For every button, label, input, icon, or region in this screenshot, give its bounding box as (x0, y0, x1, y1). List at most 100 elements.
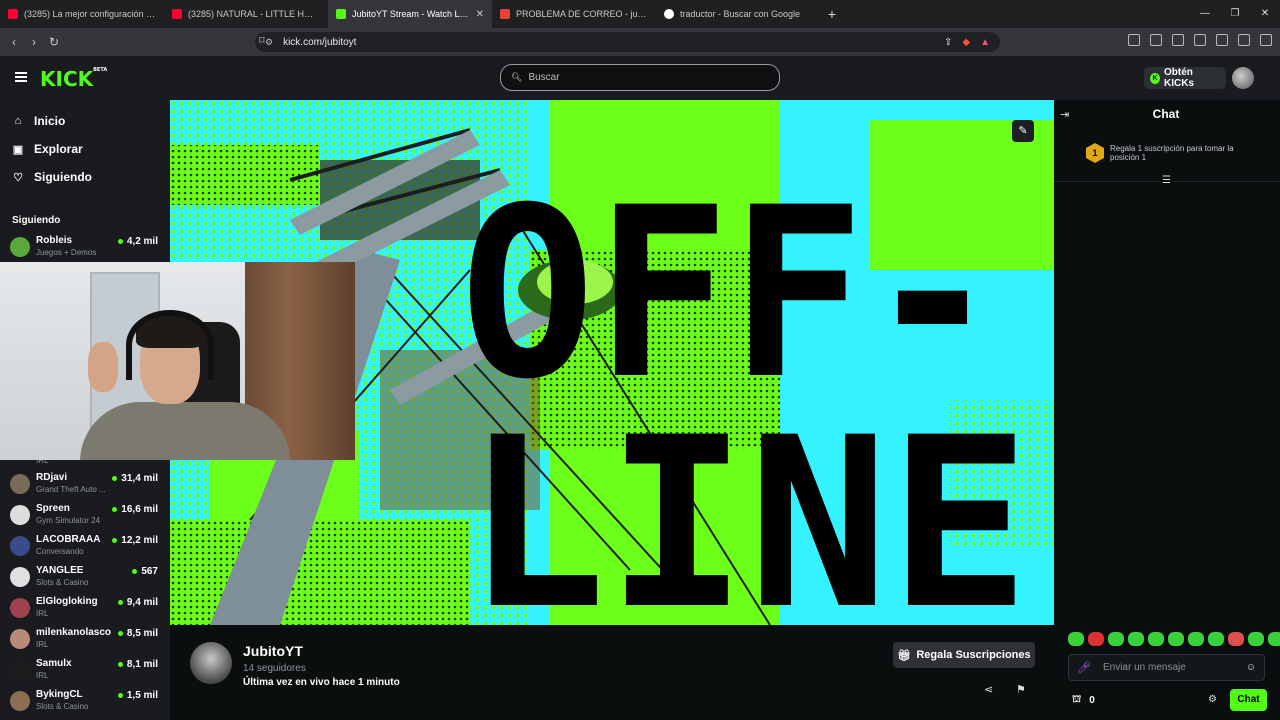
webcam-person-hand (88, 342, 118, 392)
followed-channel[interactable]: Robleis Juegos + Demos 4,2 mil (10, 233, 160, 261)
site-header: KICKBETA 🔍︎ Buscar K Obtén KICKs (0, 56, 1280, 100)
sidebar-item-inicio[interactable]: ⌂ Inicio (12, 114, 66, 128)
search-icon: 🔍︎ (511, 72, 523, 82)
emote-icon[interactable] (1148, 632, 1164, 646)
chat-settings-icon[interactable]: ⚙ (1208, 694, 1217, 705)
compass-icon: ▣ (12, 143, 24, 156)
new-tab-button[interactable]: + (820, 6, 844, 22)
emote-icon[interactable] (1188, 632, 1204, 646)
follower-count: 14 seguidores (243, 663, 306, 674)
moderator-icon[interactable]: ⚑ (1016, 683, 1026, 696)
webcam-person (80, 402, 290, 460)
emote-icon[interactable] (1088, 632, 1104, 646)
kick-logo[interactable]: KICKBETA (40, 67, 107, 91)
emote-icon[interactable] (1208, 632, 1224, 646)
ai-icon[interactable] (1216, 34, 1228, 46)
music-icon[interactable] (1150, 34, 1162, 46)
send-chat-button[interactable]: Chat (1230, 689, 1267, 711)
url-text[interactable]: kick.com/jubitoyt (283, 37, 356, 48)
channel-avatar[interactable] (190, 642, 232, 684)
sidebar-item-siguiendo[interactable]: ♡ Siguiendo (12, 170, 92, 184)
emote-icon[interactable] (1228, 632, 1244, 646)
followed-channel[interactable]: Samulx IRL 8,1 mil (10, 656, 160, 684)
sidebar-icon[interactable] (1172, 34, 1184, 46)
headset-icon (126, 310, 214, 380)
forward-icon[interactable]: › (24, 35, 44, 49)
site-info-icon[interactable]: ⚙ (265, 37, 273, 48)
browser-tab[interactable]: (3285) NATURAL - LITTLE HOMIE X H (164, 0, 328, 28)
gmail-favicon-icon (500, 9, 510, 19)
share-icon[interactable]: ⋖ (984, 683, 993, 696)
following-section-title: Siguiendo (12, 215, 61, 226)
channel-avatar (10, 567, 30, 587)
channel-avatar (10, 536, 30, 556)
close-window-icon[interactable]: ✕ (1250, 0, 1280, 28)
emote-icon[interactable] (1108, 632, 1124, 646)
emote-icon[interactable] (1248, 632, 1264, 646)
share-page-icon[interactable]: ⇪ (944, 37, 952, 48)
address-bar[interactable]: ⚙ kick.com/jubitoyt ⇪ ◆ ▲ (255, 32, 1000, 52)
close-tab-icon[interactable]: ✕ (476, 9, 484, 20)
hamburger-menu-icon[interactable] (15, 72, 27, 82)
browser-tab[interactable]: traductor - Buscar con Google (656, 0, 820, 28)
back-icon[interactable]: ‹ (4, 35, 24, 49)
chat-message-input[interactable]: 🎤︎ Enviar un mensaje ☺ (1068, 654, 1265, 681)
chat-title: Chat (1152, 107, 1180, 121)
channel-avatar (10, 505, 30, 525)
browser-tab[interactable]: (3285) La mejor configuración de OBS (0, 0, 164, 28)
home-icon: ⌂ (14, 115, 22, 127)
sidebar-item-explorar[interactable]: ▣ Explorar (12, 142, 83, 156)
user-avatar[interactable] (1232, 67, 1254, 89)
reload-icon[interactable]: ↻ (44, 35, 64, 49)
channel-avatar (10, 474, 30, 494)
followed-channel[interactable]: Spreen Gym Simulator 24 16,6 mil (10, 501, 160, 529)
channel-avatar (10, 691, 30, 711)
window-controls: — ❐ ✕ (1190, 0, 1280, 28)
emote-icon[interactable] (1128, 632, 1144, 646)
webcam-overlay (0, 262, 355, 460)
offline-text-bottom: LINE (465, 388, 1030, 625)
emote-icon[interactable] (1268, 632, 1280, 646)
menu-icon[interactable] (1260, 34, 1272, 46)
edit-banner-button[interactable]: ✎ (1012, 120, 1034, 142)
heart-icon: ♡ (13, 171, 23, 184)
collapse-chat-icon[interactable]: ⇥ (1060, 108, 1069, 121)
vpn-icon[interactable] (1238, 34, 1250, 46)
gift-subs-button[interactable]: 🎁︎ Regala Suscripciones (893, 642, 1035, 668)
browser-tab-active[interactable]: JubitoYT Stream - Watch Live on Kick✕ (328, 0, 492, 28)
get-kicks-button[interactable]: K Obtén KICKs (1144, 67, 1226, 89)
emoji-icon[interactable]: ☺ (1246, 662, 1256, 673)
bookmark-icon[interactable]: ⌑ (259, 34, 265, 47)
search-input[interactable]: 🔍︎ Buscar (500, 64, 780, 91)
followed-channel[interactable]: BykingCL Slots & Casino 1,5 mil (10, 687, 160, 715)
brave-shield-icon[interactable]: ◆ (962, 37, 970, 48)
minimize-icon[interactable]: — (1190, 0, 1220, 28)
channel-points[interactable]: ⛫ 0 (1072, 694, 1095, 707)
microphone-icon[interactable]: 🎤︎ (1077, 661, 1091, 674)
kick-favicon-icon (336, 9, 346, 19)
channel-avatar (10, 629, 30, 649)
points-icon: ⛫ (1072, 694, 1082, 705)
followed-channel[interactable]: YANGLEE Slots & Casino 567 (10, 563, 160, 591)
google-favicon-icon (664, 9, 674, 19)
emote-icon[interactable] (1168, 632, 1184, 646)
followed-channel[interactable]: milenkanolasco IRL 8,5 mil (10, 625, 160, 653)
followed-channel[interactable]: LACOBRAAA Conversando 12,2 mil (10, 532, 160, 560)
extension-icons (1128, 34, 1272, 46)
emote-icon[interactable] (1068, 632, 1084, 646)
extension-icon[interactable] (1128, 34, 1140, 46)
rewards-icon[interactable]: ▲ (980, 37, 990, 48)
youtube-favicon-icon (172, 9, 182, 19)
maximize-icon[interactable]: ❐ (1220, 0, 1250, 28)
channel-name[interactable]: JubitoYT (243, 643, 303, 659)
browser-tab[interactable]: PROBLEMA DE CORREO - jubitooru (492, 0, 656, 28)
pencil-icon: ✎ (1018, 125, 1028, 137)
expand-pinned-icon[interactable]: ☰ (1160, 175, 1173, 186)
channel-avatar (10, 660, 30, 680)
last-live-text: Última vez en vivo hace 1 minuto (243, 677, 400, 688)
browser-tab-strip: (3285) La mejor configuración de OBS (32… (0, 0, 1280, 28)
chat-panel (1054, 100, 1280, 720)
followed-channel[interactable]: RDjavi Grand Theft Auto ... 31,4 mil (10, 470, 160, 498)
wallet-icon[interactable] (1194, 34, 1206, 46)
followed-channel[interactable]: ElGlogloking IRL 9,4 mil (10, 594, 160, 622)
